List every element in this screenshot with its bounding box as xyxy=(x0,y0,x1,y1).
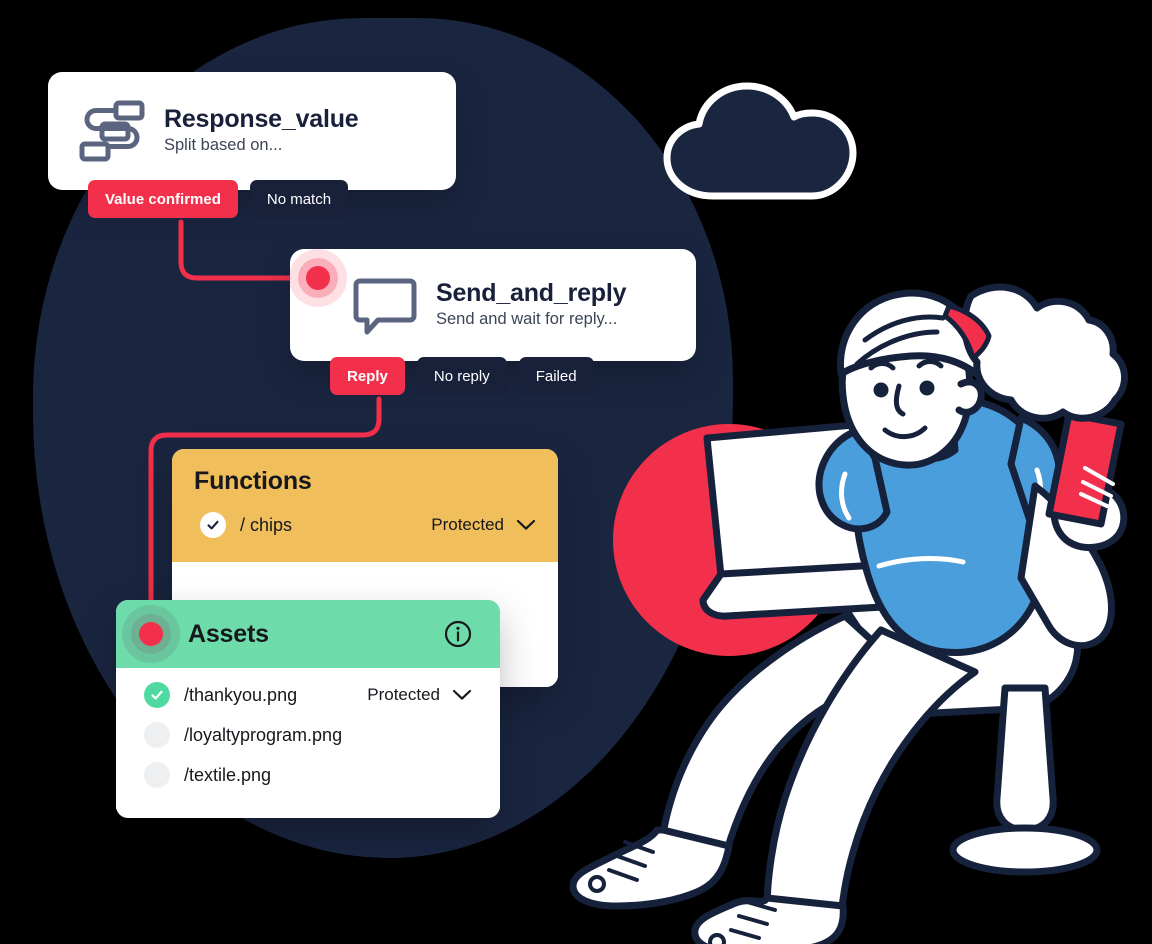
branch-chips-response-value: Value confirmed No match xyxy=(88,180,349,218)
function-path: / chips xyxy=(240,514,293,535)
flow-node-response-value[interactable]: Response_value Split based on... xyxy=(48,72,456,190)
asset-path: /loyaltyprogram.png xyxy=(184,724,343,745)
functions-panel-title: Functions xyxy=(194,467,312,495)
unchecked-icon[interactable] xyxy=(144,722,170,748)
split-branch-icon xyxy=(79,100,145,162)
table-row[interactable]: /loyaltyprogram.png xyxy=(144,722,472,748)
visibility-value: Protected xyxy=(431,515,504,534)
info-circle-icon[interactable] xyxy=(444,620,472,648)
node-title: Response_value xyxy=(164,105,359,134)
table-row[interactable]: /thankyou.png Protected xyxy=(144,682,472,708)
active-node-dot-assets[interactable] xyxy=(122,605,180,663)
asset-path: /textile.png xyxy=(184,764,272,785)
node-subtitle: Split based on... xyxy=(164,135,283,154)
branch-chip-reply[interactable]: Reply xyxy=(330,357,405,395)
table-row[interactable]: / chips Protected xyxy=(194,512,536,538)
branch-chip-no-reply[interactable]: No reply xyxy=(416,357,507,395)
chevron-down-icon[interactable] xyxy=(452,689,472,701)
chevron-down-icon[interactable] xyxy=(516,519,536,531)
active-node-dot-send-and-reply[interactable] xyxy=(289,249,347,307)
visibility-value: Protected xyxy=(367,685,440,704)
asset-path: /thankyou.png xyxy=(184,684,298,705)
branch-chip-no-match[interactable]: No match xyxy=(249,180,349,218)
woman-with-laptop-illustration xyxy=(569,283,1128,944)
branch-chip-value-confirmed[interactable]: Value confirmed xyxy=(88,180,238,218)
table-row[interactable]: /textile.png xyxy=(144,762,472,788)
illustration-canvas: Response_value Split based on... Value c… xyxy=(0,0,1152,944)
check-icon[interactable] xyxy=(200,512,226,538)
check-icon[interactable] xyxy=(144,682,170,708)
cloud-icon xyxy=(663,82,857,200)
unchecked-icon[interactable] xyxy=(144,762,170,788)
speech-bubble-icon xyxy=(353,278,417,335)
